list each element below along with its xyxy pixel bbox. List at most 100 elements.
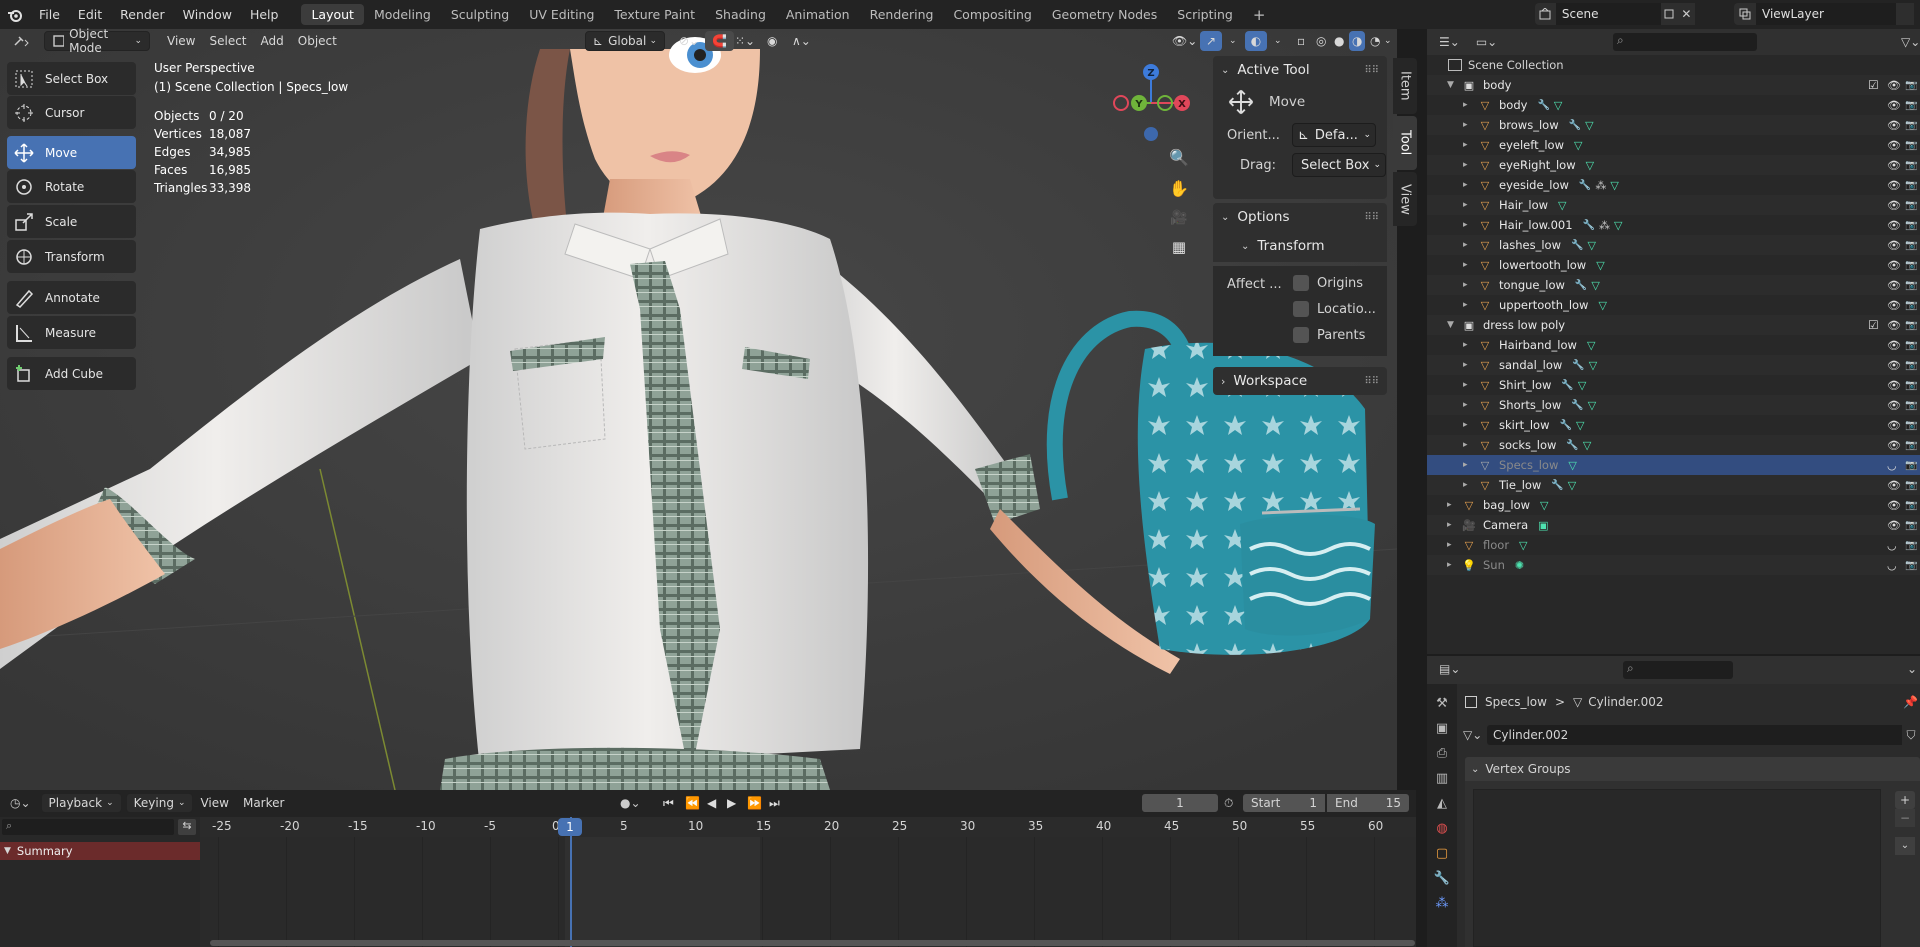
eye-icon[interactable]: 👁 (1887, 359, 1901, 372)
solid-shading-icon[interactable]: ● (1331, 31, 1347, 51)
outliner-row[interactable]: ▸ ▽ skirt_low 🔧 ▽ 👁 📷 (1427, 415, 1920, 435)
timeline-keyframe-area[interactable]: -25 -20 -15 -10 -5 0 5 10 15 20 25 30 35 40 45 50 55 60 1 (200, 817, 1416, 947)
wireframe-shading-icon[interactable]: ◎ (1313, 31, 1329, 51)
outliner[interactable]: ☰⌄ ▭⌄ ⌕ ▽⌄ Scene Collection ▼ ▣ body ☑ 👁 📷 ▸ ▽ b… (1427, 29, 1920, 654)
mesh-data-icon[interactable]: ▽ (1610, 179, 1618, 192)
menu-add[interactable]: Add (254, 31, 291, 51)
add-workspace-button[interactable]: + (1243, 3, 1276, 27)
tab-animation[interactable]: Animation (776, 4, 860, 25)
visibility-icon[interactable]: 👁⌄ (1165, 31, 1204, 51)
render-camera-icon[interactable]: 📷 (1905, 400, 1917, 411)
eye-icon[interactable]: 👁 (1887, 159, 1901, 172)
disclosure-triangle-icon[interactable]: ▸ (1447, 520, 1461, 530)
object-tab-icon[interactable]: ▢ (1436, 846, 1448, 861)
modifier-wrench-icon[interactable]: 🔧 (1561, 380, 1573, 391)
mode-dropdown[interactable]: Object Mode ⌄ (44, 27, 150, 55)
mesh-data-icon[interactable]: ▽ (1596, 259, 1604, 272)
ortho-grid-icon[interactable]: ▦ (1172, 238, 1186, 256)
eye-icon[interactable]: 👁 (1887, 499, 1901, 512)
mesh-data-icon[interactable]: ▽ (1614, 219, 1622, 232)
drag-handle-icon[interactable]: ⠿⠿ (1364, 376, 1379, 387)
outliner-row[interactable]: ▸ ▽ eyeleft_low ▽ 👁 📷 (1427, 135, 1920, 155)
jump-start-icon[interactable]: ⏮ (663, 796, 674, 811)
vertex-groups-panel-header[interactable]: ⌄ Vertex Groups (1465, 757, 1920, 781)
disclosure-triangle-icon[interactable]: ▸ (1447, 500, 1461, 510)
menu-object[interactable]: Object (291, 31, 344, 51)
render-camera-icon[interactable]: 📷 (1905, 320, 1917, 331)
new-viewlayer-icon[interactable] (1896, 3, 1914, 25)
outliner-row[interactable]: ▸ ▽ Hairband_low ▽ 👁 📷 (1427, 335, 1920, 355)
disclosure-triangle-icon[interactable]: ▸ (1463, 260, 1477, 270)
exclude-checkbox[interactable]: ☑ (1868, 318, 1879, 332)
mesh-data-icon[interactable]: ▽ (1540, 499, 1548, 512)
blender-logo-icon[interactable] (0, 0, 30, 29)
camera-data-icon[interactable]: ▣ (1538, 519, 1548, 532)
render-camera-icon[interactable]: 📷 (1905, 360, 1917, 371)
overlay-menu-icon[interactable]: ⌄ (1267, 31, 1289, 51)
eye-icon[interactable]: 👁 (1887, 379, 1901, 392)
camera-view-icon[interactable]: 🎥 (1170, 210, 1187, 226)
editor-type-button[interactable]: ☰⌄ (1439, 35, 1460, 49)
render-camera-icon[interactable]: 📷 (1905, 160, 1917, 171)
mesh-data-icon[interactable]: ▽ (1585, 119, 1593, 132)
menu-marker[interactable]: Marker (236, 793, 291, 813)
navigation-gizmo[interactable]: Z X Y (1105, 58, 1205, 148)
modifier-wrench-icon[interactable]: 🔧 (1569, 120, 1581, 131)
scene-collection-row[interactable]: Scene Collection (1427, 55, 1920, 75)
disclosure-triangle-icon[interactable]: ▸ (1463, 120, 1477, 130)
mesh-data-icon[interactable]: ▽ (1554, 99, 1562, 112)
mesh-data-icon[interactable]: ▽ (1598, 299, 1606, 312)
tool-annotate[interactable]: Annotate (7, 281, 136, 314)
tab-tool[interactable]: Tool (1393, 116, 1417, 170)
fake-user-icon[interactable]: ⛉ (1902, 728, 1920, 743)
light-data-icon[interactable]: ✺ (1515, 559, 1524, 572)
mesh-data-icon[interactable]: ▽ (1568, 459, 1576, 472)
render-camera-icon[interactable]: 📷 (1905, 540, 1917, 551)
add-vertex-group-button[interactable]: + (1895, 791, 1915, 809)
modifier-wrench-icon[interactable]: 🔧 (1559, 420, 1571, 431)
menu-render[interactable]: Render (111, 7, 174, 22)
mesh-data-icon[interactable]: ▽ (1591, 279, 1599, 292)
tool-move[interactable]: Move (7, 136, 136, 169)
play-reverse-icon[interactable]: ◀ (707, 796, 716, 810)
render-camera-icon[interactable]: 📷 (1905, 140, 1917, 151)
options-header[interactable]: ⌄ Options ⠿⠿ (1213, 203, 1387, 231)
tab-compositing[interactable]: Compositing (943, 4, 1041, 25)
outliner-row[interactable]: ▼ ▣ dress low poly ☑ 👁 📷 (1427, 315, 1920, 335)
render-camera-icon[interactable]: 📷 (1905, 80, 1917, 91)
start-frame-field[interactable]: Start 1 (1243, 794, 1325, 812)
summary-channel[interactable]: ▼ Summary (0, 842, 200, 860)
eye-icon[interactable]: 👁 (1887, 519, 1901, 532)
menu-select[interactable]: Select (202, 31, 253, 51)
outliner-row[interactable]: ▸ ▽ Shorts_low 🔧 ▽ 👁 📷 (1427, 395, 1920, 415)
tool-select-box[interactable]: Select Box (7, 62, 136, 95)
drag-select[interactable]: Select Box ⌄ (1292, 153, 1386, 177)
jump-end-icon[interactable]: ⏭ (769, 796, 780, 811)
eye-icon[interactable]: 👁 (1887, 419, 1901, 432)
render-camera-icon[interactable]: 📷 (1905, 420, 1917, 431)
outliner-row[interactable]: ▸ ▽ floor ▽ ◡ 📷 (1427, 535, 1920, 555)
scene-selector[interactable]: Scene ✕ (1535, 3, 1695, 25)
mesh-data-icon[interactable]: ▽ (1588, 399, 1596, 412)
outliner-row[interactable]: ▸ ▽ eyeRight_low ▽ 👁 📷 (1427, 155, 1920, 175)
eye-icon[interactable]: 👁 (1887, 319, 1901, 332)
filter-icon[interactable]: ▽⌄ (1901, 35, 1920, 49)
properties-search-input[interactable]: ⌕ (1623, 661, 1733, 679)
tab-item[interactable]: Item (1393, 58, 1417, 114)
outliner-row[interactable]: ▸ ▽ Specs_low ▽ ◡ 📷 (1427, 455, 1920, 475)
expand-chevron-icon[interactable]: ▼ (1447, 80, 1461, 90)
current-frame-field[interactable]: 1 (1142, 794, 1218, 812)
outliner-row[interactable]: ▸ ▽ uppertooth_low ▽ 👁 📷 (1427, 295, 1920, 315)
render-camera-icon[interactable]: 📷 (1905, 460, 1917, 471)
new-scene-icon[interactable] (1660, 3, 1678, 25)
disclosure-triangle-icon[interactable]: ▸ (1447, 560, 1461, 570)
pan-hand-icon[interactable]: ✋ (1169, 179, 1189, 198)
pin-icon[interactable]: 📌 (1903, 695, 1918, 709)
world-tab-icon[interactable]: ◍ (1436, 821, 1447, 836)
mesh-data-icon[interactable]: ▽ (1589, 359, 1597, 372)
disclosure-triangle-icon[interactable]: ▸ (1463, 300, 1477, 310)
tab-layout[interactable]: Layout (301, 4, 364, 25)
transform-subheader[interactable]: ⌄ Transform (1213, 231, 1387, 261)
eye-icon[interactable]: 👁 (1887, 259, 1901, 272)
shading-menu-icon[interactable]: ⌄ (1384, 31, 1392, 51)
